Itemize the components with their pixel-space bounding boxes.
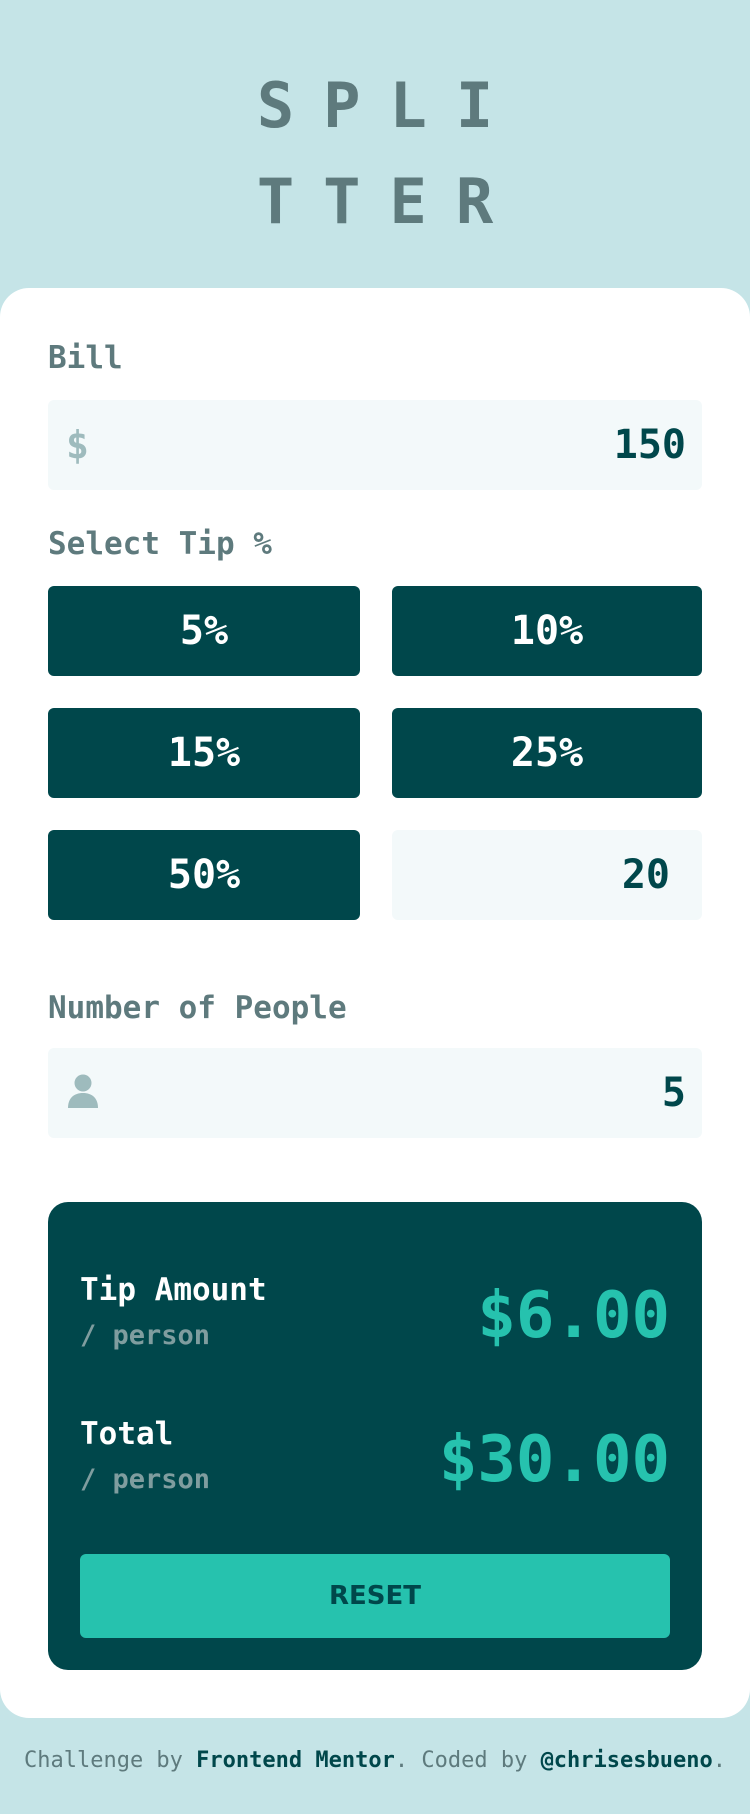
people-input[interactable]: 5 [48,1048,702,1138]
author-link[interactable]: @chrisesbueno [541,1748,713,1773]
footer-middle: . Coded by [394,1748,541,1773]
reset-button[interactable]: RESET [80,1554,670,1638]
footer-prefix: Challenge by [23,1748,197,1773]
app-logo: SPLI TTER [0,58,750,250]
tip-button-10[interactable]: 10% [392,586,702,676]
logo-line-1: SPLI [256,69,523,142]
total-value: $30.00 [438,1423,670,1497]
tip-amount-sublabel: / person [80,1320,211,1351]
tip-button-25[interactable]: 25% [392,708,702,798]
people-label: Number of People [48,990,347,1026]
footer-suffix: . [712,1748,726,1773]
dollar-icon: $ [66,423,89,467]
bill-value: 150 [613,422,686,468]
tip-button-15[interactable]: 15% [48,708,360,798]
frontend-mentor-link[interactable]: Frontend Mentor [196,1748,395,1773]
bill-input[interactable]: $ 150 [48,400,702,490]
total-label: Total [80,1416,174,1452]
tip-button-5[interactable]: 5% [48,586,360,676]
tip-amount-value: $6.00 [477,1279,670,1353]
bill-label: Bill [48,340,123,376]
tip-button-50[interactable]: 50% [48,830,360,920]
attribution-footer: Challenge by Frontend Mentor. Coded by @… [0,1748,750,1773]
people-value: 5 [661,1070,686,1116]
logo-line-2: TTER [256,165,523,238]
person-icon [68,1074,98,1108]
custom-tip-input[interactable]: 20 [392,830,702,920]
results-panel: Tip Amount / person $6.00 Total / person… [48,1202,702,1670]
select-tip-label: Select Tip % [48,526,272,562]
tip-amount-label: Tip Amount [80,1272,267,1308]
total-sublabel: / person [80,1464,211,1495]
